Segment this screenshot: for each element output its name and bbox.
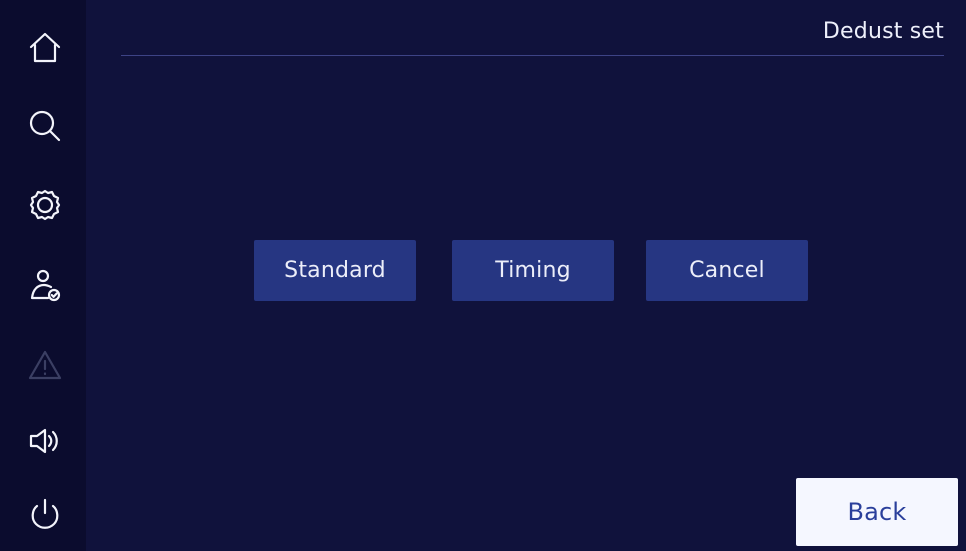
sidebar-item-home[interactable] [10, 20, 80, 74]
timing-button[interactable]: Timing [452, 240, 614, 301]
sidebar-item-sound[interactable] [10, 414, 80, 468]
dedust-set-screen: Dedust set Standard Timing Cancel Back [0, 0, 966, 551]
user-check-icon [30, 269, 61, 302]
sidebar-item-search[interactable] [10, 99, 80, 153]
sidebar [0, 0, 86, 551]
standard-button[interactable]: Standard [254, 240, 416, 301]
cancel-button[interactable]: Cancel [646, 240, 808, 301]
speaker-icon [29, 428, 58, 454]
warning-icon [28, 350, 62, 380]
gear-icon [29, 189, 61, 221]
home-icon [29, 32, 61, 63]
page-title: Dedust set [822, 19, 944, 44]
sidebar-item-settings[interactable] [10, 178, 80, 232]
search-icon [29, 110, 61, 142]
sidebar-item-warning[interactable] [10, 338, 80, 392]
back-button[interactable]: Back [796, 478, 958, 546]
sidebar-item-power[interactable] [10, 487, 80, 541]
power-icon [31, 498, 59, 529]
header-divider [121, 55, 944, 56]
sidebar-item-user[interactable] [10, 258, 80, 312]
